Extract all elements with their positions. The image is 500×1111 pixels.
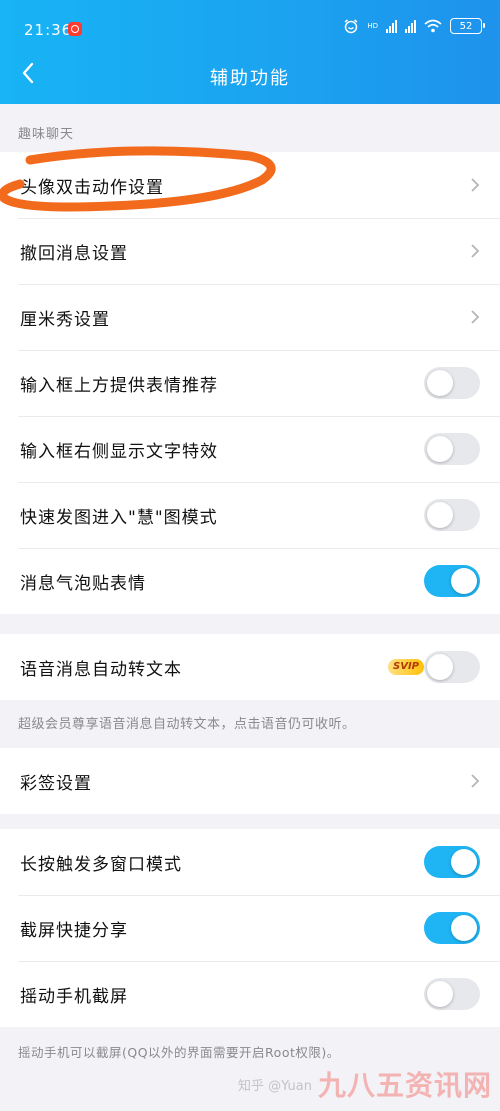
row-label: 语音消息自动转文本	[20, 659, 182, 680]
row-label: 输入框上方提供表情推荐	[20, 375, 218, 396]
shake-note: 摇动手机可以截屏(QQ以外的界面需要开启Root权限)。	[18, 1045, 340, 1060]
settings-group-fun-chat: 头像双击动作设置 撤回消息设置 厘米秀设置 输入框上方提供表情推荐 输入框右侧显…	[0, 152, 500, 614]
signal-icon-2	[405, 19, 416, 33]
multi-window-row: 长按触发多窗口模式	[0, 829, 500, 895]
row-label: 快速发图进入"慧"图模式	[20, 507, 218, 528]
text-effect-row: 输入框右侧显示文字特效	[0, 416, 500, 482]
row-label: 头像双击动作设置	[20, 177, 164, 198]
wifi-icon	[424, 19, 442, 33]
row-label: 撤回消息设置	[20, 243, 128, 264]
svip-badge: SVIP	[388, 659, 424, 675]
settings-group-screen: 长按触发多窗口模式 截屏快捷分享 摇动手机截屏	[0, 829, 500, 1027]
quick-image-toggle[interactable]	[424, 499, 480, 531]
settings-group-voice: 语音消息自动转文本 SVIP	[0, 634, 500, 700]
watermark: 知乎 @Yuan 九八五资讯网	[238, 1064, 492, 1104]
notification-app-icon	[68, 22, 82, 36]
screenshot-share-toggle[interactable]	[424, 912, 480, 944]
shake-screenshot-row: 摇动手机截屏	[0, 961, 500, 1027]
voice-note: 超级会员尊享语音消息自动转文本，点击语音仍可收听。	[18, 717, 356, 732]
voice-to-text-toggle[interactable]	[424, 651, 480, 683]
cmshow-setting[interactable]: 厘米秀设置	[0, 284, 500, 350]
battery-level: 52	[459, 20, 473, 32]
row-label: 长按触发多窗口模式	[20, 854, 182, 875]
chevron-right-icon	[471, 310, 480, 324]
alarm-icon	[344, 19, 358, 34]
section-header-fun-chat: 趣味聊天	[18, 127, 75, 142]
bubble-sticker-toggle[interactable]	[424, 565, 480, 597]
multi-window-toggle[interactable]	[424, 846, 480, 878]
battery-icon: 52	[450, 18, 485, 34]
page-title: 辅助功能	[210, 68, 290, 89]
hd-label: HD	[367, 22, 378, 30]
status-time: 21:36	[24, 21, 73, 39]
signal-icon-1	[386, 19, 397, 33]
shake-screenshot-toggle[interactable]	[424, 978, 480, 1010]
quick-image-row: 快速发图进入"慧"图模式	[0, 482, 500, 548]
recall-message-setting[interactable]: 撤回消息设置	[0, 218, 500, 284]
bubble-sticker-row: 消息气泡贴表情	[0, 548, 500, 614]
emoji-recommend-toggle[interactable]	[424, 367, 480, 399]
text-effect-toggle[interactable]	[424, 433, 480, 465]
watermark-site: 九八五资讯网	[317, 1069, 492, 1102]
nav-bar: 辅助功能	[0, 50, 500, 100]
screenshot-share-row: 截屏快捷分享	[0, 895, 500, 961]
chevron-right-icon	[471, 244, 480, 258]
chevron-right-icon	[471, 178, 480, 192]
row-label: 厘米秀设置	[20, 309, 110, 330]
status-icons: HD 52	[343, 18, 485, 34]
voice-to-text-row: 语音消息自动转文本 SVIP	[0, 634, 500, 700]
settings-group-caiqian: 彩签设置	[0, 748, 500, 814]
watermark-source: 知乎 @Yuan	[237, 1078, 312, 1094]
row-label: 摇动手机截屏	[20, 986, 128, 1007]
caiqian-setting[interactable]: 彩签设置	[0, 748, 500, 814]
row-label: 截屏快捷分享	[20, 920, 128, 941]
status-bar: 21:36 HD 52	[0, 0, 500, 40]
avatar-double-click-setting[interactable]: 头像双击动作设置	[0, 152, 500, 218]
row-label: 消息气泡贴表情	[20, 573, 146, 594]
row-label: 彩签设置	[20, 773, 92, 794]
app-header: 21:36 HD 52 辅助功能	[0, 0, 500, 104]
chevron-right-icon	[471, 774, 480, 788]
emoji-recommend-row: 输入框上方提供表情推荐	[0, 350, 500, 416]
row-label: 输入框右侧显示文字特效	[20, 441, 218, 462]
